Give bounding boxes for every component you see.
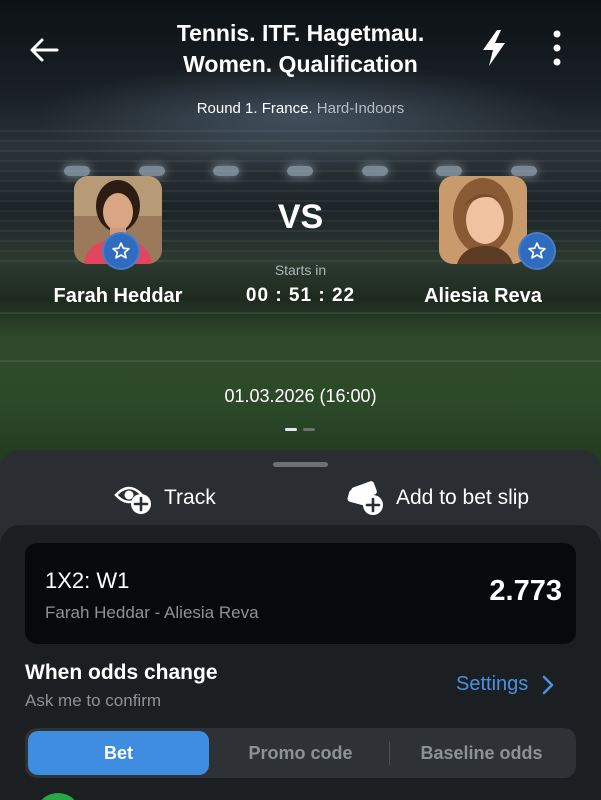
countdown-timer: 00 : 51 : 22 [245, 285, 356, 306]
bet-slip-label: Add to bet slip [396, 486, 530, 509]
lightning-icon [483, 30, 505, 66]
surface-text: Hard-Indoors [316, 100, 405, 117]
player-2[interactable]: Aliesia Reva [398, 176, 568, 307]
player-2-photo [439, 176, 527, 264]
star-icon [528, 242, 546, 259]
match-datetime: 01.03.2026 (16:00) [224, 386, 377, 406]
track-button[interactable]: Track [114, 478, 216, 518]
starts-in-label: Starts in [274, 262, 327, 278]
add-to-bet-slip-button[interactable]: Add to bet slip [346, 478, 529, 518]
green-status-icon [35, 793, 81, 800]
tab-bet[interactable]: Bet [28, 731, 209, 775]
bet-odds: 2.773 [489, 575, 562, 607]
bet-market: 1X2: W1 [45, 568, 130, 593]
back-button[interactable] [24, 30, 64, 70]
eye-plus-icon [114, 486, 151, 514]
carousel-dot [303, 428, 315, 431]
arrow-left-icon [30, 38, 59, 62]
more-options-button[interactable] [540, 26, 574, 70]
bet-type-tabs: Bet Promo code Baseline odds [25, 728, 576, 778]
favorite-star-button[interactable] [518, 232, 556, 270]
tournament-info: Round 1. France. Hard-Indoors [0, 100, 601, 117]
carousel-indicator [285, 428, 315, 431]
player-1-name: Farah Heddar [53, 285, 183, 307]
more-vertical-icon [553, 30, 561, 66]
page-title: Tennis. ITF. Hagetmau. Women. Qualificat… [110, 18, 491, 80]
bet-panel: 1X2: W1 Farah Heddar - Aliesia Reva 2.77… [0, 525, 601, 800]
coupon-plus-icon [347, 481, 383, 515]
odds-change-value: Ask me to confirm [25, 691, 162, 710]
vs-label: VS [277, 198, 324, 236]
tab-baseline-odds[interactable]: Baseline odds [391, 731, 572, 775]
settings-label: Settings [456, 673, 529, 695]
court-line [0, 360, 601, 362]
tab-divider [389, 741, 390, 765]
bet-bottom-sheet: Track Add to bet slip 1X2: W1 Farah Hedd… [0, 450, 601, 800]
bet-card: 1X2: W1 Farah Heddar - Aliesia Reva 2.77… [25, 543, 576, 644]
player-2-name: Aliesia Reva [424, 285, 542, 307]
sheet-drag-handle[interactable] [273, 462, 328, 467]
live-flash-button[interactable] [474, 26, 514, 70]
odds-change-label: When odds change [25, 661, 218, 684]
title-line-2: Women. Qualification [183, 51, 418, 77]
tab-promo-code[interactable]: Promo code [210, 731, 391, 775]
round-text: Round 1. France. [196, 100, 313, 117]
favorite-star-button[interactable] [102, 232, 140, 270]
star-icon [112, 242, 130, 259]
carousel-dot-active [285, 428, 297, 431]
odds-settings-link[interactable]: Settings [456, 673, 554, 696]
track-label: Track [164, 486, 216, 509]
top-bar: Tennis. ITF. Hagetmau. Women. Qualificat… [0, 0, 601, 130]
player-1[interactable]: Farah Heddar [33, 176, 203, 307]
court-line [0, 312, 601, 314]
chevron-right-icon [542, 675, 554, 694]
player-1-avatar [74, 176, 162, 270]
title-line-1: Tennis. ITF. Hagetmau. [176, 20, 425, 46]
bet-match-teams: Farah Heddar - Aliesia Reva [45, 603, 259, 622]
player-2-avatar [439, 176, 556, 270]
